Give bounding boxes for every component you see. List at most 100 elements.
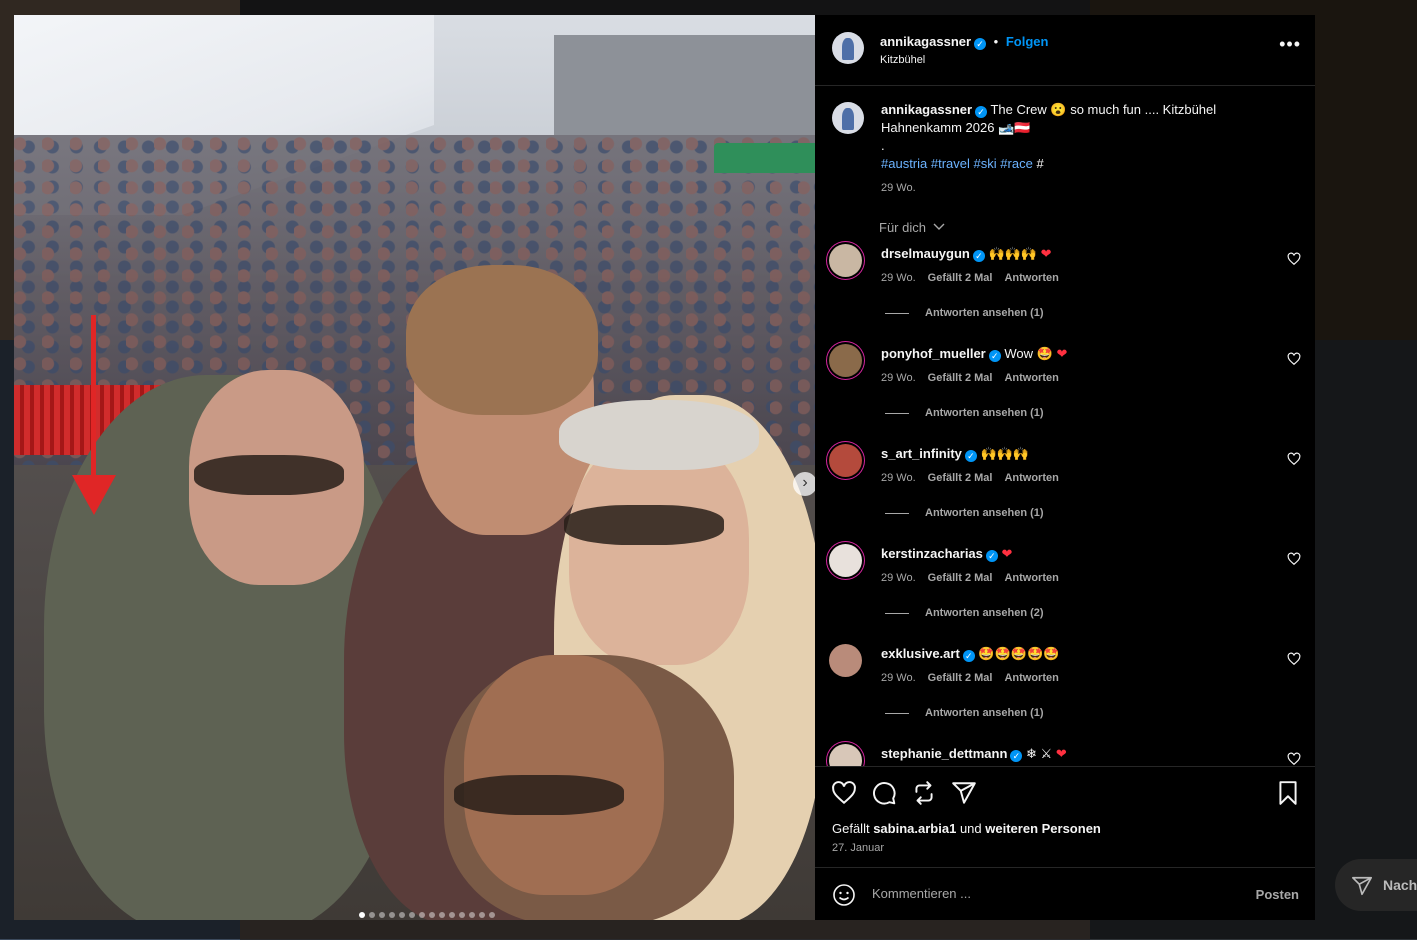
reply-button[interactable]: Antworten	[1004, 572, 1058, 584]
caption-author[interactable]: annikagassner	[881, 102, 972, 117]
author-avatar[interactable]	[832, 32, 864, 64]
hashtag-link[interactable]: #race	[1000, 156, 1033, 171]
caption-author-avatar[interactable]	[832, 102, 864, 134]
caption-dot: .	[881, 138, 885, 153]
view-replies-button[interactable]: Antworten ansehen (1)	[885, 407, 1044, 419]
verified-badge-icon: ✓	[988, 350, 1001, 362]
caption: annikagassner ✓ The Crew 😮 so much fun ..…	[881, 101, 1261, 173]
more-options-icon[interactable]: •••	[1279, 35, 1301, 53]
verified-badge-icon: ✓	[975, 106, 988, 118]
reply-button[interactable]: Antworten	[1004, 272, 1058, 284]
view-replies-button[interactable]: Antworten ansehen (1)	[885, 507, 1044, 519]
commenter-username[interactable]: kerstinzacharias	[881, 546, 983, 561]
comment-meta: 29 Wo. Gefällt 2 Mal Antworten	[881, 372, 1071, 384]
follow-button[interactable]: Folgen	[1006, 34, 1049, 49]
comment-text-line: drselmauygun ✓ 🙌🙌🙌 ❤	[881, 246, 1052, 262]
next-post-button[interactable]: Nach	[1335, 859, 1417, 911]
comment-text: Wow 🤩	[1004, 346, 1053, 361]
carousel-dot	[369, 912, 375, 918]
comment-likes[interactable]: Gefällt 2 Mal	[928, 672, 993, 684]
commenter-username[interactable]: exklusive.art	[881, 646, 960, 661]
comment-like-heart-icon[interactable]	[1287, 652, 1301, 666]
location-link[interactable]: Kitzbühel	[880, 54, 925, 66]
reply-button[interactable]: Antworten	[1004, 372, 1058, 384]
like-heart-icon[interactable]	[831, 780, 857, 806]
building	[554, 35, 815, 135]
view-replies-button[interactable]: Antworten ansehen (1)	[885, 307, 1044, 319]
comment-item: exklusive.art ✓ 🤩🤩🤩🤩🤩 29 Wo. Gefällt 2 Mal…	[815, 644, 1315, 744]
post-comment-button[interactable]: Posten	[1256, 887, 1299, 902]
red-arrow-shaft	[91, 315, 96, 495]
hashtag-link[interactable]: #ski	[974, 156, 997, 171]
likes-others-link[interactable]: weiteren Personen	[985, 821, 1101, 836]
comment-text-line: kerstinzacharias ✓ ❤	[881, 546, 1012, 562]
comment-like-heart-icon[interactable]	[1287, 552, 1301, 566]
save-bookmark-icon[interactable]	[1275, 780, 1301, 806]
author-username[interactable]: annikagassner	[880, 34, 971, 49]
comment-like-heart-icon[interactable]	[1287, 452, 1301, 466]
comment-item: stephanie_dettmann ✓ ❄ ⚔ ❤	[815, 744, 1315, 766]
comment-likes[interactable]: Gefällt 2 Mal	[928, 272, 993, 284]
post-date: 27. Januar	[832, 842, 884, 854]
comment-like-heart-icon[interactable]	[1287, 752, 1301, 766]
share-send-icon[interactable]	[951, 780, 977, 806]
comment-text: ❄ ⚔	[1026, 746, 1053, 761]
carousel-dot	[439, 912, 445, 918]
comment-bubble-icon[interactable]	[871, 780, 897, 806]
comment-meta: 29 Wo. Gefällt 2 Mal Antworten	[881, 672, 1071, 684]
commenter-username[interactable]: stephanie_dettmann	[881, 746, 1007, 761]
comment-likes[interactable]: Gefällt 2 Mal	[928, 472, 993, 484]
comment-input[interactable]	[872, 886, 1232, 901]
carousel-dot	[419, 912, 425, 918]
emoji-icon[interactable]	[832, 883, 856, 907]
commenter-avatar[interactable]	[829, 444, 862, 477]
carousel-dot	[429, 912, 435, 918]
sunglasses	[454, 775, 624, 815]
header-author: annikagassner ✓ • Folgen	[880, 34, 1048, 50]
comment-sort-dropdown[interactable]: Für dich	[879, 220, 945, 235]
red-heart-emoji: ❤	[1040, 246, 1052, 261]
comment-likes[interactable]: Gefällt 2 Mal	[928, 372, 993, 384]
comments-scroll-area[interactable]: annikagassner ✓ The Crew 😮 so much fun ..…	[815, 86, 1315, 766]
comment-text-line: exklusive.art ✓ 🤩🤩🤩🤩🤩	[881, 646, 1059, 662]
commenter-username[interactable]: ponyhof_mueller	[881, 346, 986, 361]
comment-meta: 29 Wo. Gefällt 2 Mal Antworten	[881, 472, 1071, 484]
person-right-headband	[559, 400, 759, 470]
comment-like-heart-icon[interactable]	[1287, 252, 1301, 266]
likes-user-link[interactable]: sabina.arbia1	[873, 821, 956, 836]
likes-prefix: Gefällt	[832, 821, 870, 836]
carousel-dot	[479, 912, 485, 918]
commenter-avatar[interactable]	[829, 644, 862, 677]
comment-time: 29 Wo.	[881, 472, 916, 484]
commenter-username[interactable]: drselmauygun	[881, 246, 970, 261]
comment-likes[interactable]: Gefällt 2 Mal	[928, 572, 993, 584]
caption-timestamp: 29 Wo.	[881, 182, 916, 194]
commenter-avatar[interactable]	[829, 344, 862, 377]
hashtag-link[interactable]: #	[1036, 156, 1043, 171]
comment-text-line: stephanie_dettmann ✓ ❄ ⚔ ❤	[881, 746, 1067, 762]
commenter-avatar[interactable]	[829, 244, 862, 277]
comment-time: 29 Wo.	[881, 672, 916, 684]
hashtag-link[interactable]: #austria	[881, 156, 927, 171]
commenter-avatar[interactable]	[829, 744, 862, 766]
reply-button[interactable]: Antworten	[1004, 672, 1058, 684]
carousel-next-button[interactable]: ›	[793, 472, 815, 496]
commenter-username[interactable]: s_art_infinity	[881, 446, 962, 461]
view-replies-button[interactable]: Antworten ansehen (2)	[885, 607, 1044, 619]
reply-button[interactable]: Antworten	[1004, 472, 1058, 484]
carousel-dots	[359, 912, 495, 918]
comment-like-heart-icon[interactable]	[1287, 352, 1301, 366]
comment-item: ponyhof_mueller ✓ Wow 🤩 ❤ 29 Wo. Gefällt 2 …	[815, 344, 1315, 444]
carousel-dot	[389, 912, 395, 918]
carousel-dot	[409, 912, 415, 918]
repost-icon[interactable]	[911, 780, 937, 806]
hashtag-link[interactable]: #travel	[931, 156, 970, 171]
post-photo[interactable]: ›	[14, 15, 815, 920]
comment-item: drselmauygun ✓ 🙌🙌🙌 ❤ 29 Wo. Gefällt 2 Mal An…	[815, 244, 1315, 344]
commenter-avatar[interactable]	[829, 544, 862, 577]
sunglasses	[194, 455, 344, 495]
verified-badge-icon: ✓	[985, 550, 998, 562]
red-heart-emoji: ❤	[1055, 746, 1067, 761]
likes-summary: Gefällt sabina.arbia1 und weiteren Perso…	[832, 821, 1101, 836]
view-replies-button[interactable]: Antworten ansehen (1)	[885, 707, 1044, 719]
